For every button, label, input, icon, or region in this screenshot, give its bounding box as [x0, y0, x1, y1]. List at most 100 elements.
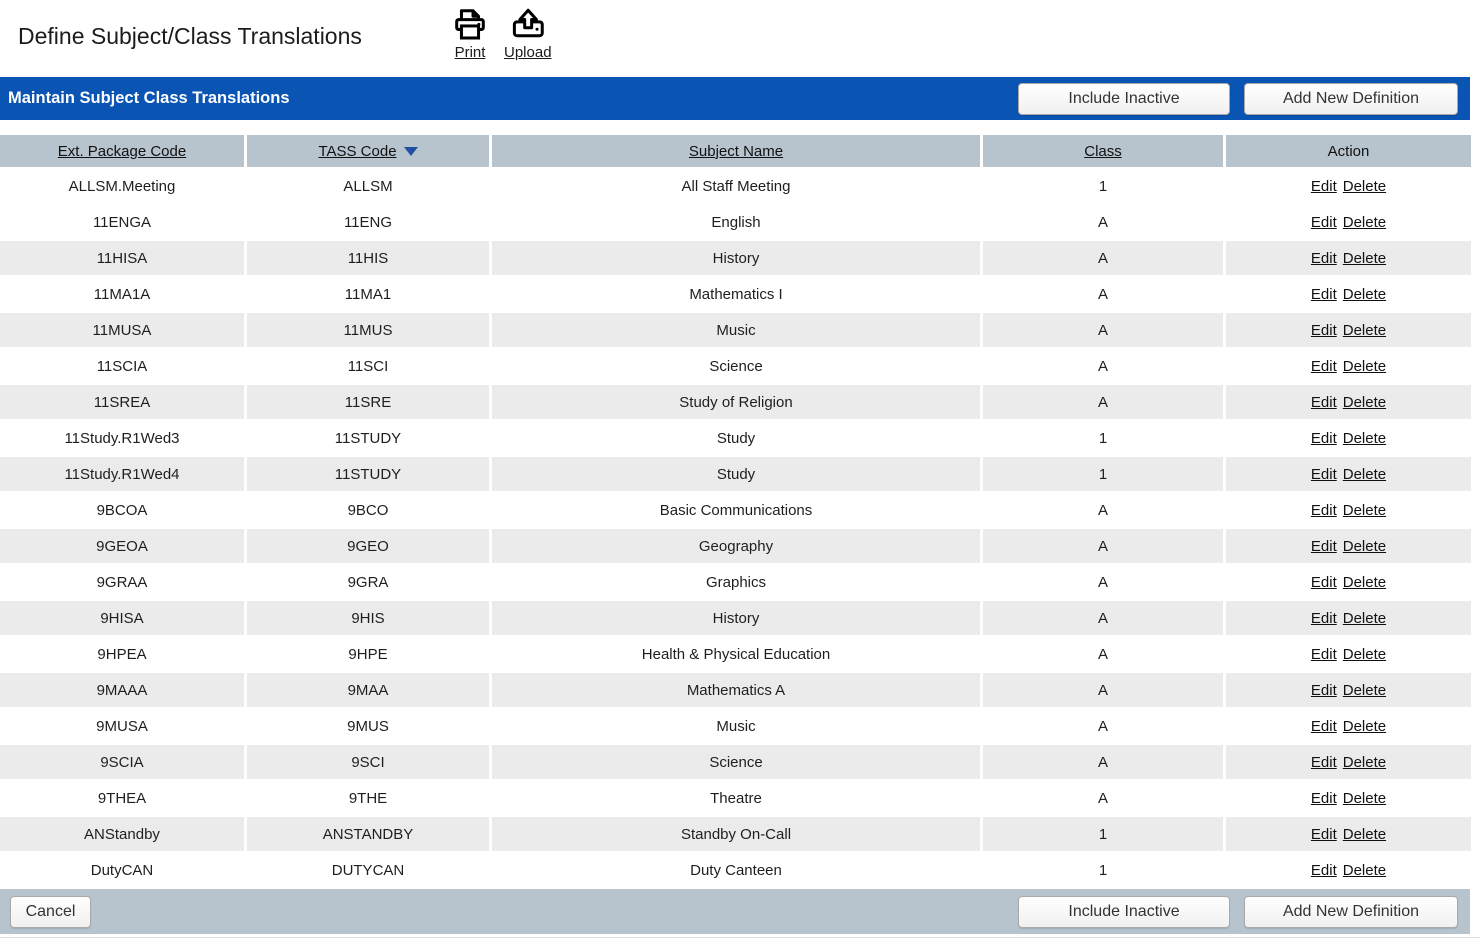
include-inactive-button-top[interactable]: Include Inactive: [1018, 83, 1230, 115]
delete-link[interactable]: Delete: [1343, 790, 1386, 807]
tass-code-cell: 9MAA: [247, 673, 489, 707]
edit-link[interactable]: Edit: [1311, 430, 1337, 447]
upload-label[interactable]: Upload: [504, 44, 552, 61]
ext-package-code-cell: 11MA1A: [0, 277, 244, 311]
action-cell: Edit Delete: [1226, 781, 1471, 815]
tass-code-cell: 9GEO: [247, 529, 489, 563]
delete-link[interactable]: Delete: [1343, 826, 1386, 843]
subject-name-cell: Geography: [492, 529, 980, 563]
class-cell: 1: [983, 817, 1223, 851]
ext-package-code-cell: 9SCIA: [0, 745, 244, 779]
delete-link[interactable]: Delete: [1343, 394, 1386, 411]
printer-icon: [451, 6, 489, 44]
upload-button[interactable]: Upload: [504, 6, 552, 61]
delete-link[interactable]: Delete: [1343, 754, 1386, 771]
delete-link[interactable]: Delete: [1343, 322, 1386, 339]
edit-link[interactable]: Edit: [1311, 574, 1337, 591]
ext-package-code-cell: 9BCOA: [0, 493, 244, 527]
subject-name-cell: Study of Religion: [492, 385, 980, 419]
edit-link[interactable]: Edit: [1311, 682, 1337, 699]
class-cell: A: [983, 709, 1223, 743]
delete-link[interactable]: Delete: [1343, 862, 1386, 879]
ext-package-code-cell: 9HISA: [0, 601, 244, 635]
column-header-subject-name[interactable]: Subject Name: [492, 135, 980, 167]
cancel-button[interactable]: Cancel: [10, 896, 91, 928]
delete-link[interactable]: Delete: [1343, 610, 1386, 627]
class-cell: 1: [983, 853, 1223, 887]
delete-link[interactable]: Delete: [1343, 718, 1386, 735]
delete-link[interactable]: Delete: [1343, 574, 1386, 591]
add-new-definition-button-bottom[interactable]: Add New Definition: [1244, 896, 1458, 928]
ext-package-code-cell: ALLSM.Meeting: [0, 169, 244, 203]
tass-code-cell: 11ENG: [247, 205, 489, 239]
include-inactive-button-bottom[interactable]: Include Inactive: [1018, 896, 1230, 928]
subject-name-cell: Health & Physical Education: [492, 637, 980, 671]
tass-code-cell: 11STUDY: [247, 421, 489, 455]
class-cell: A: [983, 205, 1223, 239]
ext-package-code-cell: 11ENGA: [0, 205, 244, 239]
edit-link[interactable]: Edit: [1311, 178, 1337, 195]
print-button[interactable]: Print: [451, 6, 489, 61]
toolbar: Print Upload: [451, 6, 552, 61]
action-cell: Edit Delete: [1226, 241, 1471, 275]
delete-link[interactable]: Delete: [1343, 646, 1386, 663]
edit-link[interactable]: Edit: [1311, 862, 1337, 879]
action-cell: Edit Delete: [1226, 169, 1471, 203]
subject-name-cell: History: [492, 601, 980, 635]
edit-link[interactable]: Edit: [1311, 322, 1337, 339]
delete-link[interactable]: Delete: [1343, 250, 1386, 267]
delete-link[interactable]: Delete: [1343, 538, 1386, 555]
edit-link[interactable]: Edit: [1311, 826, 1337, 843]
ext-package-code-cell: 11HISA: [0, 241, 244, 275]
delete-link[interactable]: Delete: [1343, 358, 1386, 375]
subject-name-cell: Science: [492, 349, 980, 383]
print-label[interactable]: Print: [455, 44, 486, 61]
edit-link[interactable]: Edit: [1311, 718, 1337, 735]
page-title: Define Subject/Class Translations: [18, 23, 362, 50]
subject-name-cell: History: [492, 241, 980, 275]
sort-desc-icon: [404, 147, 418, 156]
class-cell: A: [983, 637, 1223, 671]
panel-header-bar: Maintain Subject Class Translations Incl…: [0, 77, 1470, 120]
action-cell: Edit Delete: [1226, 205, 1471, 239]
class-cell: A: [983, 565, 1223, 599]
delete-link[interactable]: Delete: [1343, 286, 1386, 303]
delete-link[interactable]: Delete: [1343, 178, 1386, 195]
column-header-link[interactable]: Class: [1084, 143, 1122, 160]
column-header-class[interactable]: Class: [983, 135, 1223, 167]
column-header-link[interactable]: TASS Code: [318, 143, 396, 160]
edit-link[interactable]: Edit: [1311, 754, 1337, 771]
edit-link[interactable]: Edit: [1311, 250, 1337, 267]
column-header-ext-package-code[interactable]: Ext. Package Code: [0, 135, 244, 167]
action-cell: Edit Delete: [1226, 565, 1471, 599]
tass-code-cell: 9HIS: [247, 601, 489, 635]
column-header-tass-code[interactable]: TASS Code: [247, 135, 489, 167]
edit-link[interactable]: Edit: [1311, 502, 1337, 519]
class-cell: A: [983, 349, 1223, 383]
edit-link[interactable]: Edit: [1311, 610, 1337, 627]
tass-code-cell: ALLSM: [247, 169, 489, 203]
edit-link[interactable]: Edit: [1311, 646, 1337, 663]
action-cell: Edit Delete: [1226, 673, 1471, 707]
add-new-definition-button-top[interactable]: Add New Definition: [1244, 83, 1458, 115]
delete-link[interactable]: Delete: [1343, 466, 1386, 483]
edit-link[interactable]: Edit: [1311, 214, 1337, 231]
footer-bar: Cancel Include Inactive Add New Definiti…: [0, 889, 1470, 934]
column-header-link[interactable]: Subject Name: [689, 143, 783, 160]
edit-link[interactable]: Edit: [1311, 790, 1337, 807]
delete-link[interactable]: Delete: [1343, 214, 1386, 231]
edit-link[interactable]: Edit: [1311, 466, 1337, 483]
edit-link[interactable]: Edit: [1311, 358, 1337, 375]
subject-name-cell: Music: [492, 709, 980, 743]
delete-link[interactable]: Delete: [1343, 430, 1386, 447]
delete-link[interactable]: Delete: [1343, 682, 1386, 699]
edit-link[interactable]: Edit: [1311, 286, 1337, 303]
subject-name-cell: Graphics: [492, 565, 980, 599]
edit-link[interactable]: Edit: [1311, 394, 1337, 411]
tass-code-cell: 11STUDY: [247, 457, 489, 491]
edit-link[interactable]: Edit: [1311, 538, 1337, 555]
delete-link[interactable]: Delete: [1343, 502, 1386, 519]
column-header-link[interactable]: Ext. Package Code: [58, 143, 186, 160]
class-cell: A: [983, 313, 1223, 347]
action-cell: Edit Delete: [1226, 853, 1471, 887]
